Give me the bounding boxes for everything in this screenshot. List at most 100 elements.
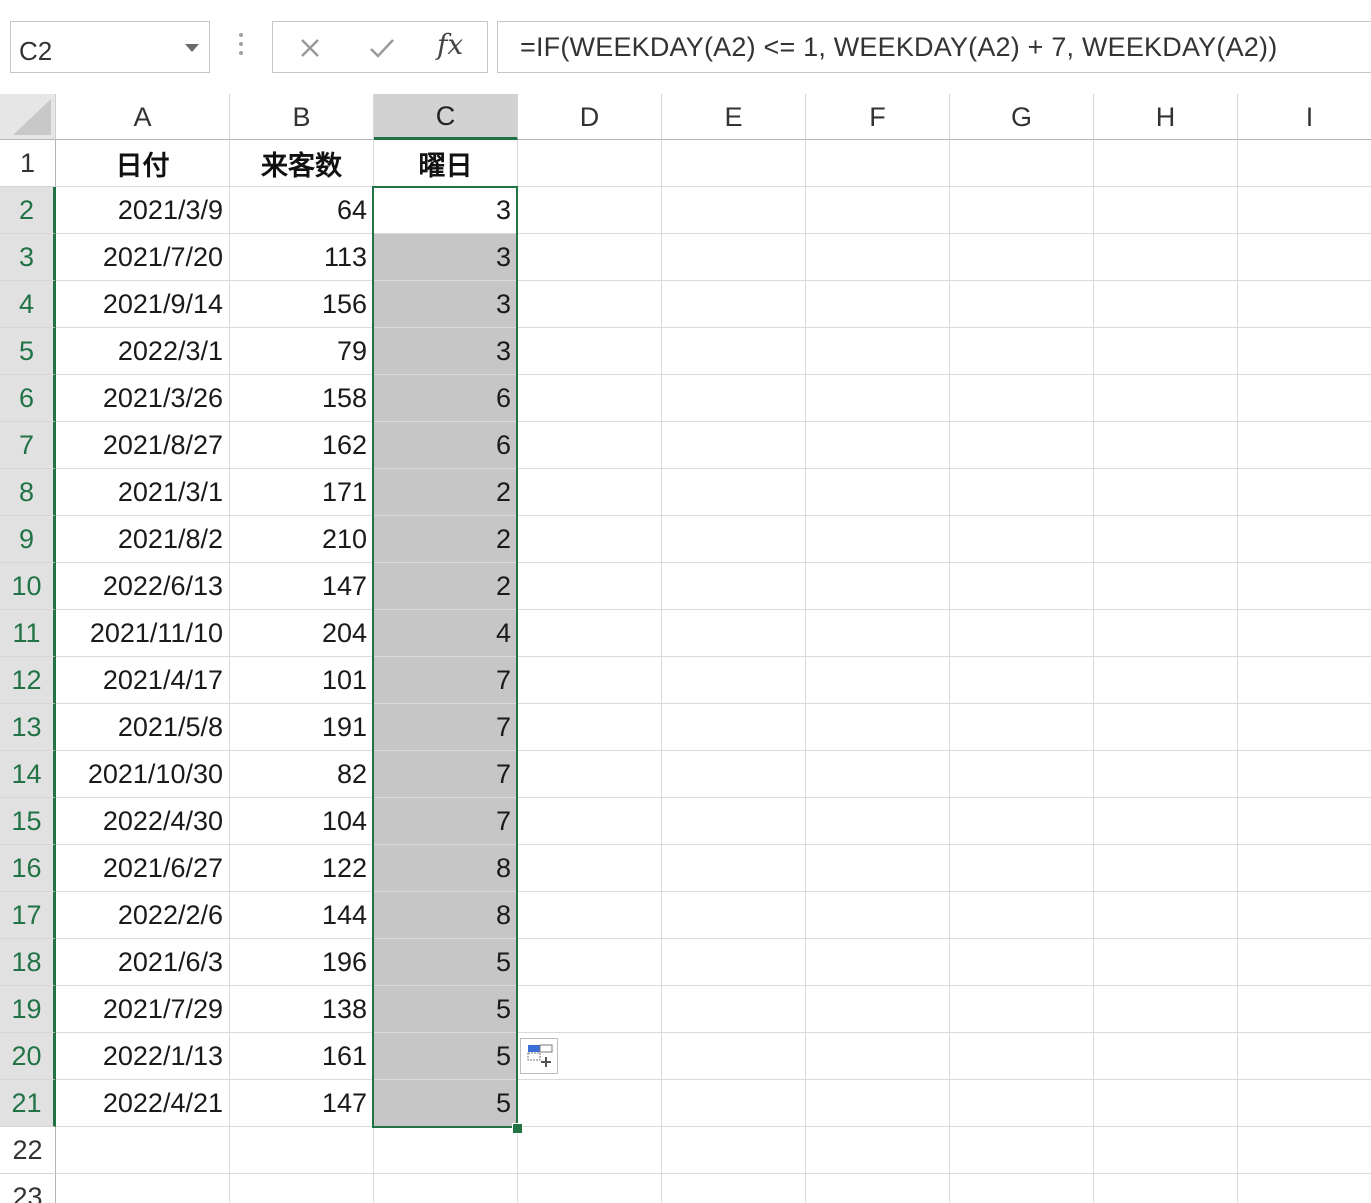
row-header-4[interactable]: 4	[0, 281, 56, 328]
cell-c5[interactable]: 3	[374, 328, 518, 375]
cell-a16[interactable]: 2021/6/27	[56, 845, 230, 892]
row-header-18[interactable]: 18	[0, 939, 56, 986]
cell[interactable]	[806, 845, 950, 892]
cell-a12[interactable]: 2021/4/17	[56, 657, 230, 704]
cell[interactable]	[1094, 704, 1238, 751]
row-header-14[interactable]: 14	[0, 751, 56, 798]
cell-c11[interactable]: 4	[374, 610, 518, 657]
cell[interactable]	[1094, 281, 1238, 328]
cell[interactable]	[662, 516, 806, 563]
cell[interactable]	[950, 798, 1094, 845]
cell-c14[interactable]: 7	[374, 751, 518, 798]
cell[interactable]	[1238, 798, 1371, 845]
cell-c6[interactable]: 6	[374, 375, 518, 422]
cell-b18[interactable]: 196	[230, 939, 374, 986]
cell[interactable]	[56, 1174, 230, 1203]
cell-c18[interactable]: 5	[374, 939, 518, 986]
cell[interactable]	[1094, 610, 1238, 657]
cell[interactable]	[806, 563, 950, 610]
cell[interactable]	[518, 422, 662, 469]
cell-a5[interactable]: 2022/3/1	[56, 328, 230, 375]
cell-a19[interactable]: 2021/7/29	[56, 986, 230, 1033]
cell[interactable]	[1094, 1080, 1238, 1127]
cell[interactable]	[518, 1174, 662, 1203]
cell[interactable]	[806, 610, 950, 657]
cell-a10[interactable]: 2022/6/13	[56, 563, 230, 610]
row-header-19[interactable]: 19	[0, 986, 56, 1033]
cell-b6[interactable]: 158	[230, 375, 374, 422]
cell[interactable]	[662, 422, 806, 469]
cell[interactable]	[950, 610, 1094, 657]
cell[interactable]	[518, 986, 662, 1033]
cell[interactable]	[518, 798, 662, 845]
cell[interactable]	[1238, 1127, 1371, 1174]
row-header-16[interactable]: 16	[0, 845, 56, 892]
row-header-7[interactable]: 7	[0, 422, 56, 469]
row-header-15[interactable]: 15	[0, 798, 56, 845]
column-header-f[interactable]: F	[806, 94, 950, 140]
cell[interactable]	[662, 328, 806, 375]
cell[interactable]	[518, 892, 662, 939]
cell-b16[interactable]: 122	[230, 845, 374, 892]
cell[interactable]	[806, 939, 950, 986]
cell[interactable]	[1094, 328, 1238, 375]
cell[interactable]	[1094, 1127, 1238, 1174]
quick-analysis-button[interactable]	[520, 1038, 558, 1074]
cell[interactable]	[1238, 892, 1371, 939]
grip-dots-icon[interactable]	[234, 33, 248, 61]
cell-b14[interactable]: 82	[230, 751, 374, 798]
cell-b20[interactable]: 161	[230, 1033, 374, 1080]
cell-a6[interactable]: 2021/3/26	[56, 375, 230, 422]
cell-a11[interactable]: 2021/11/10	[56, 610, 230, 657]
cell[interactable]	[230, 1174, 374, 1203]
cell[interactable]	[950, 469, 1094, 516]
cell[interactable]	[662, 281, 806, 328]
cell-c15[interactable]: 7	[374, 798, 518, 845]
cell[interactable]	[1238, 986, 1371, 1033]
cell-c21[interactable]: 5	[374, 1080, 518, 1127]
cell[interactable]	[806, 234, 950, 281]
cell-b5[interactable]: 79	[230, 328, 374, 375]
cell[interactable]	[1238, 751, 1371, 798]
cell[interactable]	[950, 892, 1094, 939]
cell[interactable]	[662, 986, 806, 1033]
cell[interactable]	[1238, 610, 1371, 657]
cell[interactable]	[662, 1174, 806, 1203]
column-header-i[interactable]: I	[1238, 94, 1371, 140]
cell[interactable]	[1094, 798, 1238, 845]
cell[interactable]	[950, 563, 1094, 610]
cell-a21[interactable]: 2022/4/21	[56, 1080, 230, 1127]
cell[interactable]	[374, 1127, 518, 1174]
cell[interactable]	[230, 1127, 374, 1174]
fill-handle[interactable]	[512, 1123, 523, 1134]
cell[interactable]	[950, 1174, 1094, 1203]
cell-b15[interactable]: 104	[230, 798, 374, 845]
cell[interactable]	[1094, 1174, 1238, 1203]
cancel-icon[interactable]	[293, 32, 327, 64]
cell-a9[interactable]: 2021/8/2	[56, 516, 230, 563]
cell[interactable]	[950, 751, 1094, 798]
cell-b4[interactable]: 156	[230, 281, 374, 328]
cell[interactable]	[1238, 187, 1371, 234]
cell[interactable]	[662, 563, 806, 610]
row-header-12[interactable]: 12	[0, 657, 56, 704]
cell[interactable]	[950, 281, 1094, 328]
cell[interactable]	[662, 234, 806, 281]
cell[interactable]	[518, 751, 662, 798]
cell-c10[interactable]: 2	[374, 563, 518, 610]
cell[interactable]	[1238, 563, 1371, 610]
cell[interactable]	[518, 516, 662, 563]
cell[interactable]	[1094, 187, 1238, 234]
cell-a4[interactable]: 2021/9/14	[56, 281, 230, 328]
cell-c8[interactable]: 2	[374, 469, 518, 516]
cell-c1[interactable]: 曜日	[374, 140, 518, 187]
cell[interactable]	[518, 469, 662, 516]
cell[interactable]	[806, 704, 950, 751]
cell[interactable]	[1238, 939, 1371, 986]
cell[interactable]	[1238, 422, 1371, 469]
cell-b7[interactable]: 162	[230, 422, 374, 469]
cell[interactable]	[806, 281, 950, 328]
cell[interactable]	[662, 892, 806, 939]
cell[interactable]	[1094, 845, 1238, 892]
column-header-d[interactable]: D	[518, 94, 662, 140]
